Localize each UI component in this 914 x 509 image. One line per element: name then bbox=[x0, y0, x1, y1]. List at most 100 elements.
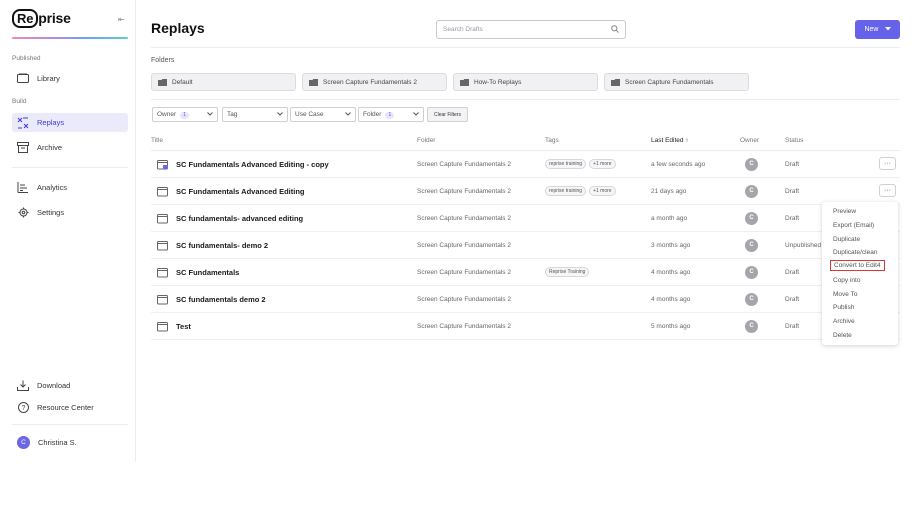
table-row[interactable]: Test Screen Capture Fundamentals 2 5 month… bbox=[151, 313, 900, 340]
replay-title[interactable]: SC Fundamentals Advanced Editing - copy bbox=[157, 151, 329, 177]
replay-folder: Screen Capture Fundamentals 2 bbox=[417, 322, 511, 330]
replay-tags: Reprise Training bbox=[545, 259, 592, 285]
owner-avatar: C bbox=[745, 292, 758, 306]
replay-last-edited: 4 months ago bbox=[651, 268, 691, 276]
replay-status: Draft bbox=[785, 160, 800, 168]
user-avatar: C bbox=[17, 436, 30, 449]
folder-filter-count: 1 bbox=[385, 111, 395, 119]
menu-item-duplicate[interactable]: Duplicate bbox=[833, 236, 860, 243]
replay-last-edited: 21 days ago bbox=[651, 187, 687, 195]
table-row[interactable]: SC Fundamentals Screen Capture Fundamenta… bbox=[151, 259, 900, 286]
column-header-owner[interactable]: Owner bbox=[740, 137, 759, 144]
owner-filter[interactable]: Owner 1 bbox=[152, 107, 218, 122]
replay-icon bbox=[157, 159, 168, 169]
menu-item-convert-to-edit4[interactable]: Convert to Edit4 bbox=[830, 260, 885, 271]
svg-text:?: ? bbox=[21, 405, 25, 412]
sidebar-item-archive[interactable]: Archive bbox=[12, 138, 128, 157]
replay-title[interactable]: SC fundamentals- demo 2 bbox=[157, 232, 268, 258]
owner-avatar: C bbox=[745, 157, 758, 171]
tag-chip[interactable]: reprise training bbox=[545, 159, 587, 169]
section-label-published: Published bbox=[12, 55, 41, 62]
row-more-button[interactable]: ··· bbox=[879, 184, 896, 197]
tag-filter[interactable]: Tag bbox=[222, 107, 288, 122]
owner-avatar: C bbox=[745, 265, 758, 279]
menu-item-preview[interactable]: Preview bbox=[833, 208, 856, 215]
replay-title[interactable]: SC fundamentals demo 2 bbox=[157, 286, 266, 312]
folder-icon bbox=[611, 78, 620, 86]
collapse-sidebar-icon[interactable]: ⇤ bbox=[118, 15, 125, 24]
folder-icon bbox=[158, 78, 167, 86]
menu-item-copy-into[interactable]: Copy into bbox=[833, 277, 860, 284]
user-profile[interactable]: C Christina S. bbox=[12, 433, 128, 452]
archive-icon bbox=[17, 142, 29, 154]
menu-item-publish[interactable]: Publish bbox=[833, 304, 854, 311]
sidebar-item-download[interactable]: Download bbox=[12, 376, 128, 395]
replay-tags: reprise training +1 more bbox=[545, 178, 619, 204]
replay-folder: Screen Capture Fundamentals 2 bbox=[417, 241, 511, 249]
help-icon: ? bbox=[17, 402, 29, 414]
chevron-down-icon bbox=[884, 26, 891, 33]
menu-item-export-email[interactable]: Export (Email) bbox=[833, 222, 874, 229]
sidebar-item-analytics[interactable]: Analytics bbox=[12, 178, 128, 197]
folder-default[interactable]: Default bbox=[151, 73, 296, 91]
sidebar-item-settings[interactable]: Settings bbox=[12, 203, 128, 222]
menu-item-delete[interactable]: Delete bbox=[833, 332, 852, 339]
folder-filter[interactable]: Folder 1 bbox=[358, 107, 424, 122]
sidebar-item-resource-center[interactable]: ? Resource Center bbox=[12, 398, 128, 417]
section-label-build: Build bbox=[12, 98, 27, 105]
reprise-logo[interactable]: Re prise bbox=[12, 9, 71, 28]
folder-icon bbox=[309, 78, 318, 86]
column-header-tags[interactable]: Tags bbox=[545, 137, 559, 144]
new-button[interactable]: New bbox=[855, 20, 900, 39]
tag-chip[interactable]: reprise training bbox=[545, 186, 587, 196]
folder-screen-capture-fundamentals-2[interactable]: Screen Capture Fundamentals 2 bbox=[302, 73, 447, 91]
column-header-status[interactable]: Status bbox=[785, 137, 803, 144]
replay-title[interactable]: SC Fundamentals bbox=[157, 259, 239, 285]
replay-icon bbox=[157, 213, 168, 223]
replay-status: Draft bbox=[785, 295, 800, 303]
replay-title[interactable]: SC fundamentals- advanced editing bbox=[157, 205, 303, 231]
replay-title[interactable]: SC Fundamentals Advanced Editing bbox=[157, 178, 305, 204]
more-tags-chip[interactable]: +1 more bbox=[589, 186, 616, 196]
search-input[interactable]: Search Drafts bbox=[436, 20, 626, 39]
folder-how-to-replays[interactable]: How-To Replays bbox=[453, 73, 598, 91]
download-icon bbox=[17, 380, 29, 392]
clear-filters-button[interactable]: Clear Filters bbox=[427, 107, 468, 122]
replay-icon bbox=[157, 321, 168, 331]
replay-owner: C bbox=[745, 313, 758, 339]
row-more-button[interactable]: ··· bbox=[879, 157, 896, 170]
replay-tags: reprise training +1 more bbox=[545, 151, 619, 177]
replay-status: Draft bbox=[785, 187, 800, 195]
column-header-last-edited[interactable]: Last Edited ↑ bbox=[651, 137, 689, 144]
chevron-down-icon bbox=[207, 111, 213, 118]
table-row[interactable]: SC fundamentals- demo 2 Screen Capture Fu… bbox=[151, 232, 900, 259]
menu-item-move-to[interactable]: Move To bbox=[833, 291, 857, 298]
replay-status: Unpublished bbox=[785, 241, 822, 249]
table-row[interactable]: SC Fundamentals Advanced Editing - copy S… bbox=[151, 151, 900, 178]
table-row[interactable]: SC fundamentals demo 2 Screen Capture Fun… bbox=[151, 286, 900, 313]
column-header-folder[interactable]: Folder bbox=[417, 137, 435, 144]
replays-icon bbox=[17, 117, 29, 129]
more-icon: ··· bbox=[884, 187, 891, 194]
folder-screen-capture-fundamentals[interactable]: Screen Capture Fundamentals bbox=[604, 73, 749, 91]
replay-status: Draft bbox=[785, 268, 800, 276]
sidebar-item-replays[interactable]: Replays bbox=[12, 113, 128, 132]
use-case-filter[interactable]: Use Case bbox=[290, 107, 356, 122]
replay-folder: Screen Capture Fundamentals 2 bbox=[417, 187, 511, 195]
replay-icon bbox=[157, 240, 168, 250]
logo-gradient-bar bbox=[12, 37, 128, 39]
column-header-title[interactable]: Title bbox=[151, 137, 163, 144]
replay-last-edited: a month ago bbox=[651, 214, 688, 222]
table-row[interactable]: SC Fundamentals Advanced Editing Screen C… bbox=[151, 178, 900, 205]
tag-chip[interactable]: Reprise Training bbox=[545, 267, 590, 277]
menu-item-archive[interactable]: Archive bbox=[833, 318, 855, 325]
chevron-down-icon bbox=[413, 111, 419, 118]
sidebar-item-library[interactable]: Library bbox=[12, 69, 128, 88]
folders-label: Folders bbox=[151, 57, 175, 64]
replay-title[interactable]: Test bbox=[157, 313, 191, 339]
more-tags-chip[interactable]: +1 more bbox=[589, 159, 616, 169]
owner-avatar: C bbox=[745, 319, 758, 333]
table-row[interactable]: SC fundamentals- advanced editing Screen … bbox=[151, 205, 900, 232]
more-icon: ··· bbox=[884, 160, 891, 167]
menu-item-duplicate-clean[interactable]: Duplicate/clean bbox=[833, 249, 877, 256]
